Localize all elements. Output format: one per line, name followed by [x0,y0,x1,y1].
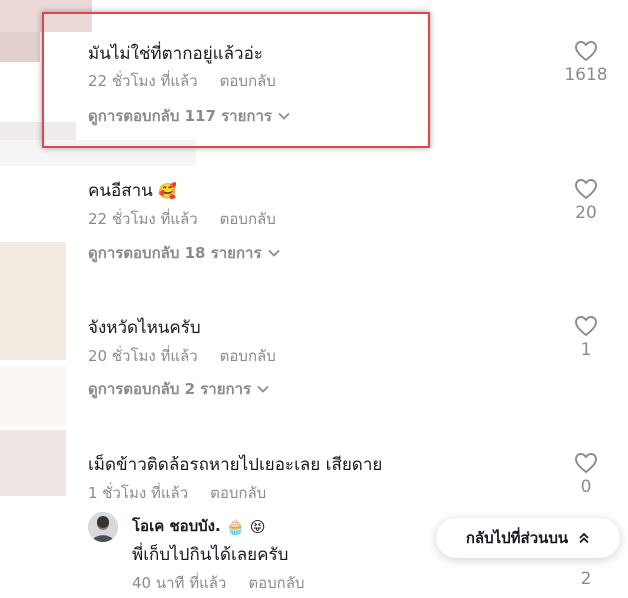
highlight-box [42,12,430,148]
comment-text: จังหวัดไหนครับ [88,318,201,338]
view-replies-label: ดูการตอบกลับ 2 รายการ [88,380,252,398]
like-button[interactable]: 1618 [564,40,608,85]
reply-author-row: โอเค ชอบบัง. 🧁 😝 [132,514,266,538]
comment-time: 22 ชั่วโมง ที่แล้ว [88,210,198,228]
like-count: 20 [575,203,597,223]
comment-text: คนอีสาน [88,181,153,201]
like-count: 1618 [564,65,608,85]
reply-button[interactable]: ตอบกลับ [210,484,266,502]
reply-button[interactable]: ตอบกลับ [220,347,276,365]
comment-meta: 1 ชั่วโมง ที่แล้ว ตอบกลับ [88,481,266,505]
reply-button[interactable]: ตอบกลับ [220,210,276,228]
user-avatar-icon [88,512,118,542]
comment-time: 1 ชั่วโมง ที่แล้ว [88,484,189,502]
chevron-down-icon [257,385,269,393]
comment-meta: 22 ชั่วโมง ที่แล้ว ตอบกลับ [88,207,276,231]
comment-text-row: คนอีสาน 🥰 [88,177,177,204]
comment-item: จังหวัดไหนครับ 20 ชั่วโมง ที่แล้ว ตอบกลับ… [0,290,628,420]
like-count: 1 [580,340,592,360]
back-to-top-label: กลับไปที่ส่วนบน [465,529,569,547]
comment-text: เม็ดข้าวติดล้อรถหายไปเยอะเลย เสียดาย [88,455,383,475]
reply-meta: 40 นาที ที่แล้ว ตอบกลับ [132,571,304,595]
heart-icon [575,179,597,200]
author-emojis: 🧁 😝 [225,517,266,536]
like-count: 0 [580,477,592,497]
comment-item: เม็ดข้าวติดล้อรถหายไปเยอะเลย เสียดาย 1 ช… [0,430,628,510]
reply-author[interactable]: โอเค ชอบบัง. [132,517,221,535]
avatar[interactable] [88,512,118,542]
view-replies-button[interactable]: ดูการตอบกลับ 18 รายการ [88,241,280,265]
chevron-down-icon [267,249,280,257]
like-button[interactable]: 0 [564,452,608,497]
smiling-face-hearts-emoji: 🥰 [158,182,177,200]
reply-button[interactable]: ตอบกลับ [248,574,304,592]
back-to-top-button[interactable]: กลับไปที่ส่วนบน [436,518,620,558]
comment-time: 20 ชั่วโมง ที่แล้ว [88,347,198,365]
double-chevron-up-icon [579,532,589,544]
like-count-area[interactable]: 2 [564,566,608,589]
comment-item: คนอีสาน 🥰 22 ชั่วโมง ที่แล้ว ตอบกลับ ดูกา… [0,150,628,280]
view-replies-label: ดูการตอบกลับ 18 รายการ [88,244,262,262]
heart-icon [575,316,597,337]
like-count: 2 [580,569,592,589]
heart-icon [575,453,597,474]
heart-icon [575,41,597,62]
view-replies-button[interactable]: ดูการตอบกลับ 2 รายการ [88,377,269,401]
like-button[interactable]: 1 [564,315,608,360]
reply-text: พี่เก็บไปกินได้เลยครับ [132,545,289,565]
like-button[interactable]: 20 [564,178,608,223]
reply-time: 40 นาที ที่แล้ว [132,574,227,592]
comment-meta: 20 ชั่วโมง ที่แล้ว ตอบกลับ [88,344,276,368]
